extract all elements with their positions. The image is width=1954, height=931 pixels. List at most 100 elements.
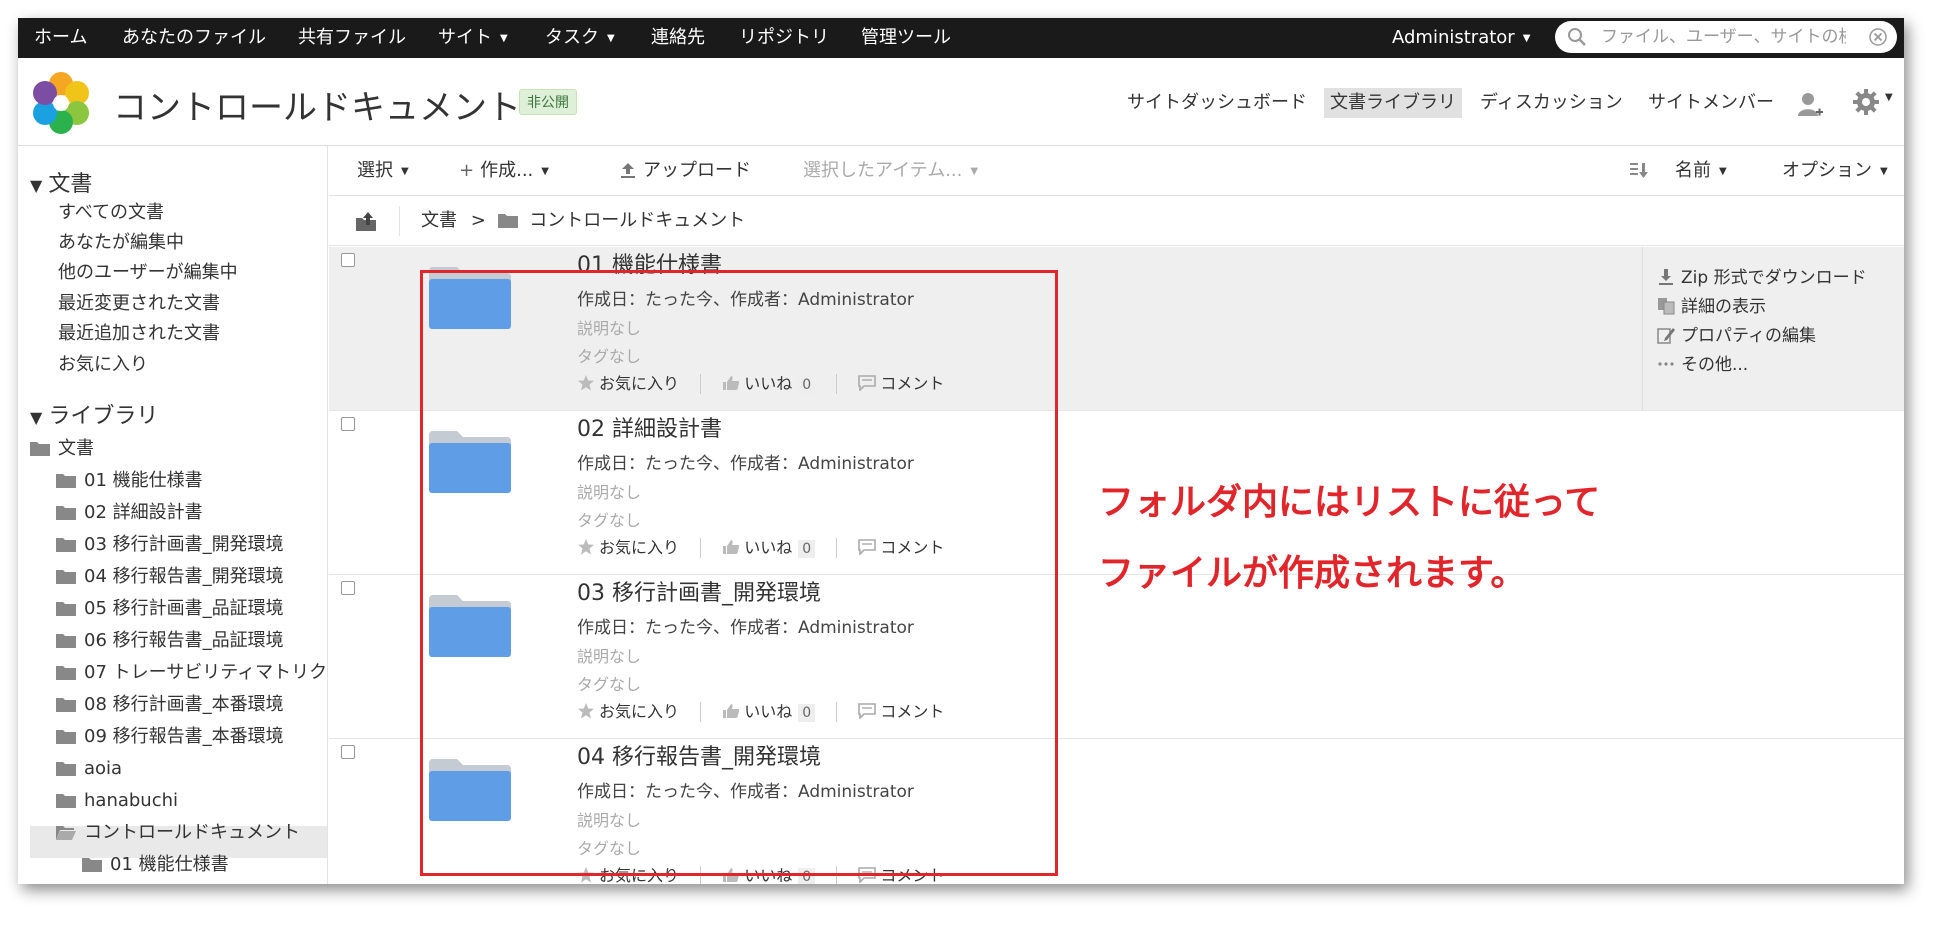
nav-my-files[interactable]: あなたのファイル	[122, 18, 266, 58]
alfresco-logo-icon	[33, 72, 89, 134]
tree-subfolder[interactable]: 01 機能仕様書	[82, 850, 229, 880]
select-menu-button[interactable]: 選択 ▼	[357, 146, 409, 196]
sort-field-menu[interactable]: 名前 ▼	[1675, 146, 1727, 196]
site-nav-document-library[interactable]: 文書ライブラリ	[1324, 88, 1462, 118]
nav-tasks-label: タスク	[545, 27, 599, 48]
tree-folder[interactable]: 07 トレーサビリティマトリクス	[56, 658, 327, 688]
tree-folder[interactable]: 06 移行報告書_品証環境	[56, 626, 284, 656]
plus-icon: +	[459, 160, 475, 181]
nav-contacts[interactable]: 連絡先	[651, 18, 705, 58]
tree-folder[interactable]: 09 移行報告書_本番環境	[56, 722, 284, 752]
tree-folder[interactable]: 04 移行報告書_開発環境	[56, 562, 284, 592]
tree-folder-label: 09 移行報告書_本番環境	[84, 726, 284, 747]
download-zip-action[interactable]: Zip 形式でダウンロード	[1657, 263, 1867, 288]
tree-folder[interactable]: 08 移行計画書_本番環境	[56, 690, 284, 720]
breadcrumb-root[interactable]: 文書	[421, 210, 457, 231]
sidebar-link-recently-modified[interactable]: 最近変更された文書	[58, 289, 220, 315]
site-nav-members[interactable]: サイトメンバー	[1642, 88, 1780, 118]
app-window: ホーム あなたのファイル 共有ファイル サイト ▼ タスク ▼ 連絡先 リポジトリ …	[18, 18, 1904, 884]
selected-items-menu[interactable]: 選択したアイテム... ▼	[803, 146, 978, 196]
add-user-icon[interactable]	[1796, 90, 1824, 118]
folder-icon	[30, 442, 50, 456]
options-menu[interactable]: オプション ▼	[1782, 146, 1888, 196]
tree-folder[interactable]: hanabuchi	[56, 786, 178, 816]
create-menu-label: 作成...	[480, 160, 534, 181]
more-actions[interactable]: その他...	[1657, 350, 1748, 375]
chevron-down-icon: ▼	[1880, 166, 1888, 177]
site-nav-discussions[interactable]: ディスカッション	[1474, 88, 1629, 118]
triangle-down-icon: ▼	[30, 408, 43, 427]
sort-direction-icon[interactable]	[1629, 146, 1649, 196]
nav-admin-tools[interactable]: 管理ツール	[861, 18, 951, 58]
folder-icon	[56, 666, 76, 680]
upload-label: アップロード	[643, 160, 751, 181]
row-checkbox[interactable]	[341, 417, 355, 431]
tree-folder-label: 文書	[58, 438, 94, 459]
nav-repository[interactable]: リポジトリ	[739, 18, 829, 58]
selected-items-label: 選択したアイテム...	[803, 160, 963, 181]
nav-shared-files[interactable]: 共有ファイル	[298, 18, 406, 58]
tree-folder-root[interactable]: 文書	[30, 434, 94, 464]
tree-folder[interactable]: 05 移行計画書_品証環境	[56, 594, 284, 624]
chevron-down-icon: ▼	[541, 166, 549, 177]
details-icon	[1658, 298, 1675, 315]
chevron-down-icon: ▼	[607, 33, 615, 44]
toolbar: 選択 ▼ + 作成... ▼ アップロード 選択したアイテム... ▼ 名前 ▼ オプショ…	[329, 146, 1904, 196]
chevron-down-icon: ▼	[1522, 33, 1531, 44]
search-input[interactable]: ファイル、ユーザー、サイトの検索	[1601, 21, 1846, 53]
chevron-down-icon: ▼	[500, 33, 508, 44]
nav-tasks[interactable]: タスク ▼	[545, 18, 615, 58]
breadcrumb-current: コントロールドキュメント	[529, 210, 746, 231]
tree-folder-label: 01 機能仕様書	[110, 854, 229, 875]
user-menu[interactable]: Administrator ▼	[1392, 18, 1530, 58]
sidebar-link-all-documents[interactable]: すべての文書	[58, 198, 164, 224]
folder-up-icon[interactable]	[355, 210, 377, 232]
upload-button[interactable]: アップロード	[619, 146, 751, 196]
row-checkbox[interactable]	[341, 581, 355, 595]
view-details-action[interactable]: 詳細の表示	[1657, 292, 1766, 317]
nav-sites[interactable]: サイト ▼	[438, 18, 508, 58]
gear-icon[interactable]	[1852, 88, 1880, 116]
row-checkbox[interactable]	[341, 745, 355, 759]
sidebar-link-recently-added[interactable]: 最近追加された文書	[58, 319, 220, 345]
tree-folder-label: 04 移行報告書_開発環境	[84, 566, 284, 587]
tree-folder[interactable]: 02 詳細設計書	[56, 498, 203, 528]
sidebar-link-favorites[interactable]: お気に入り	[58, 350, 148, 376]
annotation-text-line-2: ファイルが作成されます。	[1098, 553, 1527, 594]
tree-folder-label: 08 移行計画書_本番環境	[84, 694, 284, 715]
edit-properties-action[interactable]: プロパティの編集	[1657, 321, 1816, 346]
tree-folder[interactable]: 03 移行計画書_開発環境	[56, 530, 284, 560]
row-action-menu: Zip 形式でダウンロード 詳細の表示 プロパティの編集 その他...	[1642, 247, 1904, 411]
sidebar-library-heading[interactable]: ▼ ライブラリ	[30, 398, 158, 430]
sidebar-documents-heading[interactable]: ▼ 文書	[30, 166, 92, 198]
sidebar-library-heading-label: ライブラリ	[48, 404, 159, 429]
chevron-down-icon: ▼	[1719, 166, 1727, 177]
sidebar: ▼ 文書 すべての文書 あなたが編集中 他のユーザーが編集中 最近変更された文書 …	[18, 146, 328, 884]
tree-folder-selected[interactable]: コントロールドキュメント	[56, 818, 300, 848]
tree-folder-label: 05 移行計画書_品証環境	[84, 598, 284, 619]
sidebar-link-editing-by-others[interactable]: 他のユーザーが編集中	[58, 258, 238, 284]
more-actions-label: その他...	[1681, 355, 1749, 375]
sort-field-label: 名前	[1675, 160, 1711, 181]
tree-folder[interactable]: aoia	[56, 754, 122, 784]
row-checkbox[interactable]	[341, 253, 355, 267]
chevron-down-icon: ▼	[1885, 92, 1893, 103]
sidebar-link-editing-by-me[interactable]: あなたが編集中	[58, 228, 184, 254]
clear-icon[interactable]	[1869, 28, 1887, 46]
tree-folder[interactable]: 01 機能仕様書	[56, 466, 203, 496]
visibility-badge: 非公開	[519, 89, 577, 115]
search-icon	[1568, 28, 1586, 46]
tree-folder-label: hanabuchi	[84, 790, 179, 811]
nav-home[interactable]: ホーム	[34, 18, 87, 58]
tree-folder-label: 01 機能仕様書	[84, 470, 203, 491]
top-navigation-bar: ホーム あなたのファイル 共有ファイル サイト ▼ タスク ▼ 連絡先 リポジトリ …	[18, 18, 1904, 58]
search-box[interactable]: ファイル、ユーザー、サイトの検索	[1555, 21, 1897, 53]
folder-icon	[56, 474, 76, 488]
download-zip-label: Zip 形式でダウンロード	[1681, 268, 1867, 288]
site-nav-dashboard[interactable]: サイトダッシュボード	[1121, 88, 1313, 118]
create-menu-button[interactable]: + 作成... ▼	[459, 146, 549, 196]
folder-open-icon	[56, 826, 76, 840]
annotation-text-line-1: フォルダ内にはリストに従って	[1098, 482, 1601, 523]
tree-folder-label: aoia	[84, 758, 123, 779]
download-icon	[1659, 269, 1673, 285]
